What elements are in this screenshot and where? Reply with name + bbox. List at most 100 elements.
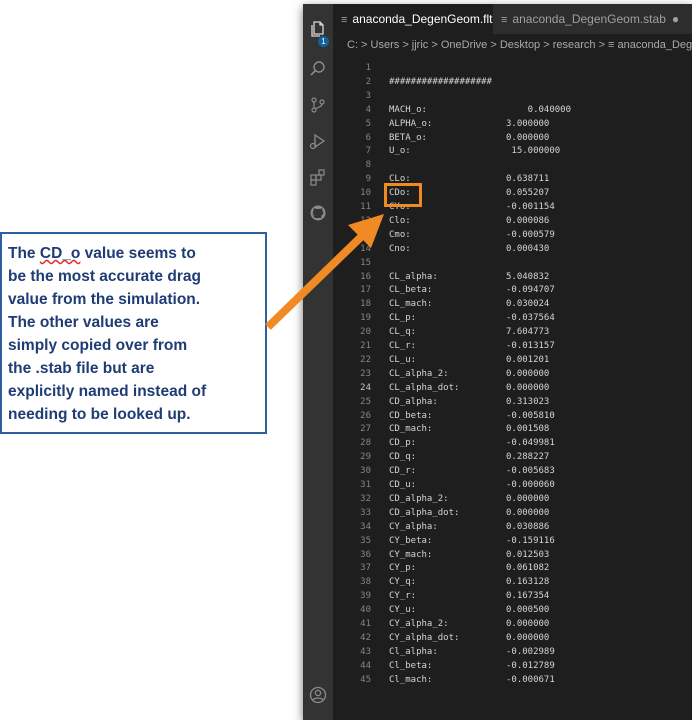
- callout-line: explicitly named instead of: [8, 380, 261, 403]
- param-value: 0.001201: [506, 354, 550, 365]
- line-number: 38: [360, 577, 371, 588]
- param-value: 0.061082: [506, 563, 550, 574]
- line-number: 4: [365, 104, 371, 115]
- param-value: -0.049981: [506, 438, 555, 449]
- code-line: CY_p: 0.061082: [389, 562, 549, 576]
- param-value: 3.000000: [506, 118, 550, 129]
- code-line: CL_alpha: 5.040832: [389, 271, 549, 285]
- param-name: CD_q:: [389, 452, 417, 463]
- line-number: 28: [360, 438, 371, 449]
- callout-line: the .stab file but are: [8, 357, 261, 380]
- callout-text: needing to be looked up.: [8, 406, 191, 423]
- vscode-screenshot: 1 ≡ anaconda_DegenGeom.flt ≡ anaconda_De…: [303, 4, 692, 720]
- param-name: CD_u:: [389, 480, 417, 490]
- line-number: 43: [360, 646, 371, 657]
- param-value: -0.000060: [506, 480, 555, 490]
- file-lines-icon: ≡: [341, 14, 348, 26]
- line-number: 25: [360, 396, 371, 407]
- line-number: 34: [360, 521, 371, 532]
- modified-dot-icon[interactable]: ●: [672, 12, 679, 26]
- line-number: 8: [365, 160, 371, 171]
- param-value: -0.005810: [506, 410, 555, 421]
- line-number: 31: [360, 480, 371, 490]
- line-number: 23: [360, 368, 371, 379]
- param-name: CY_r:: [389, 591, 417, 602]
- param-name: CD_p:: [389, 438, 417, 449]
- cdo-highlight-box: [384, 183, 422, 207]
- param-name: CD_alpha:: [389, 396, 438, 407]
- code-line: CL_alpha_dot: 0.000000: [389, 382, 549, 396]
- param-value: -0.001154: [506, 202, 555, 212]
- code-line: Clo: 0.000086: [389, 215, 549, 229]
- param-value: 0.000000: [506, 382, 550, 393]
- param-value: -0.012789: [506, 660, 555, 671]
- code-line: CY_q: 0.163128: [389, 576, 549, 590]
- callout-line: needing to be looked up.: [8, 403, 261, 426]
- param-name: CD_alpha_2:: [389, 493, 449, 504]
- callout-text: value from the simulation.: [8, 291, 201, 308]
- callout-text: The: [8, 245, 40, 262]
- code-line: CY_alpha: 0.030886: [389, 521, 549, 535]
- param-name: CD_beta:: [389, 410, 433, 421]
- param-value: 0.040000: [506, 104, 572, 115]
- line-number: 18: [360, 299, 371, 310]
- param-name: ALPHA_o:: [389, 118, 433, 129]
- code-line: Cl_beta: -0.012789: [389, 660, 555, 674]
- line-number: 35: [360, 535, 371, 546]
- param-value: 0.288227: [506, 452, 550, 463]
- callout-text: explicitly named instead of: [8, 383, 207, 400]
- line-number: 37: [360, 563, 371, 574]
- param-value: 0.313023: [506, 396, 550, 407]
- account-icon[interactable]: [309, 686, 327, 704]
- line-number: 10: [360, 188, 371, 199]
- line-number: 3: [365, 90, 371, 101]
- code-line: Cno: 0.000430: [389, 243, 549, 257]
- line-number: 19: [360, 313, 371, 324]
- code-line: CD_r: -0.005683: [389, 465, 555, 479]
- line-number: 22: [360, 354, 371, 365]
- param-value: 15.000000: [506, 146, 561, 157]
- github-icon[interactable]: [309, 204, 327, 222]
- code-line: CY_u: 0.000500: [389, 604, 549, 618]
- callout-text: value seems to: [80, 245, 196, 262]
- run-debug-icon[interactable]: [309, 132, 327, 150]
- line-number: 26: [360, 410, 371, 421]
- search-icon[interactable]: [309, 60, 327, 78]
- line-number: 5: [365, 118, 371, 129]
- line-number: 14: [360, 243, 371, 254]
- tab-flt-file[interactable]: ≡anaconda_DegenGeom.flt×: [333, 4, 506, 34]
- line-number: 32: [360, 493, 371, 504]
- param-name: CL_r:: [389, 341, 417, 351]
- param-value: 0.000000: [506, 493, 550, 504]
- line-number: 36: [360, 549, 371, 560]
- code-line: CD_u: -0.000060: [389, 479, 555, 493]
- code-line: CY_beta: -0.159116: [389, 535, 555, 549]
- line-number: 39: [360, 591, 371, 602]
- breadcrumb[interactable]: C: > Users > jjric > OneDrive > Desktop …: [333, 34, 692, 56]
- param-name: CL_alpha:: [389, 271, 438, 282]
- param-name: CL_beta:: [389, 285, 433, 296]
- code-line: CD_q: 0.288227: [389, 451, 549, 465]
- param-name: BETA_o:: [389, 132, 427, 143]
- param-name: CY_q:: [389, 577, 417, 588]
- callout-line: simply copied over from: [8, 334, 261, 357]
- callout-text: CD_o: [39, 245, 81, 262]
- param-name: CD_r:: [389, 466, 417, 477]
- code-line: CY_alpha_dot: 0.000000: [389, 632, 549, 646]
- source-control-icon[interactable]: [309, 96, 327, 114]
- tab-stab-file[interactable]: ≡ anaconda_DegenGeom.stab ●: [493, 4, 692, 34]
- code-line: Cl_mach: -0.000671: [389, 674, 555, 688]
- code-line: MACH_o: 0.040000: [389, 104, 571, 118]
- param-value: 0.000000: [506, 619, 550, 629]
- notification-badge: 1: [318, 36, 329, 47]
- line-number: 12: [360, 215, 371, 226]
- param-value: 0.638711: [506, 174, 550, 185]
- extensions-icon[interactable]: [309, 168, 327, 186]
- param-name: CD_mach:: [389, 424, 433, 435]
- code-line: CD_mach: 0.001508: [389, 423, 549, 437]
- param-value: 7.604773: [506, 327, 550, 338]
- callout-text: The other values are: [8, 314, 159, 331]
- line-number: 13: [360, 229, 371, 240]
- param-name: Clo:: [389, 215, 411, 226]
